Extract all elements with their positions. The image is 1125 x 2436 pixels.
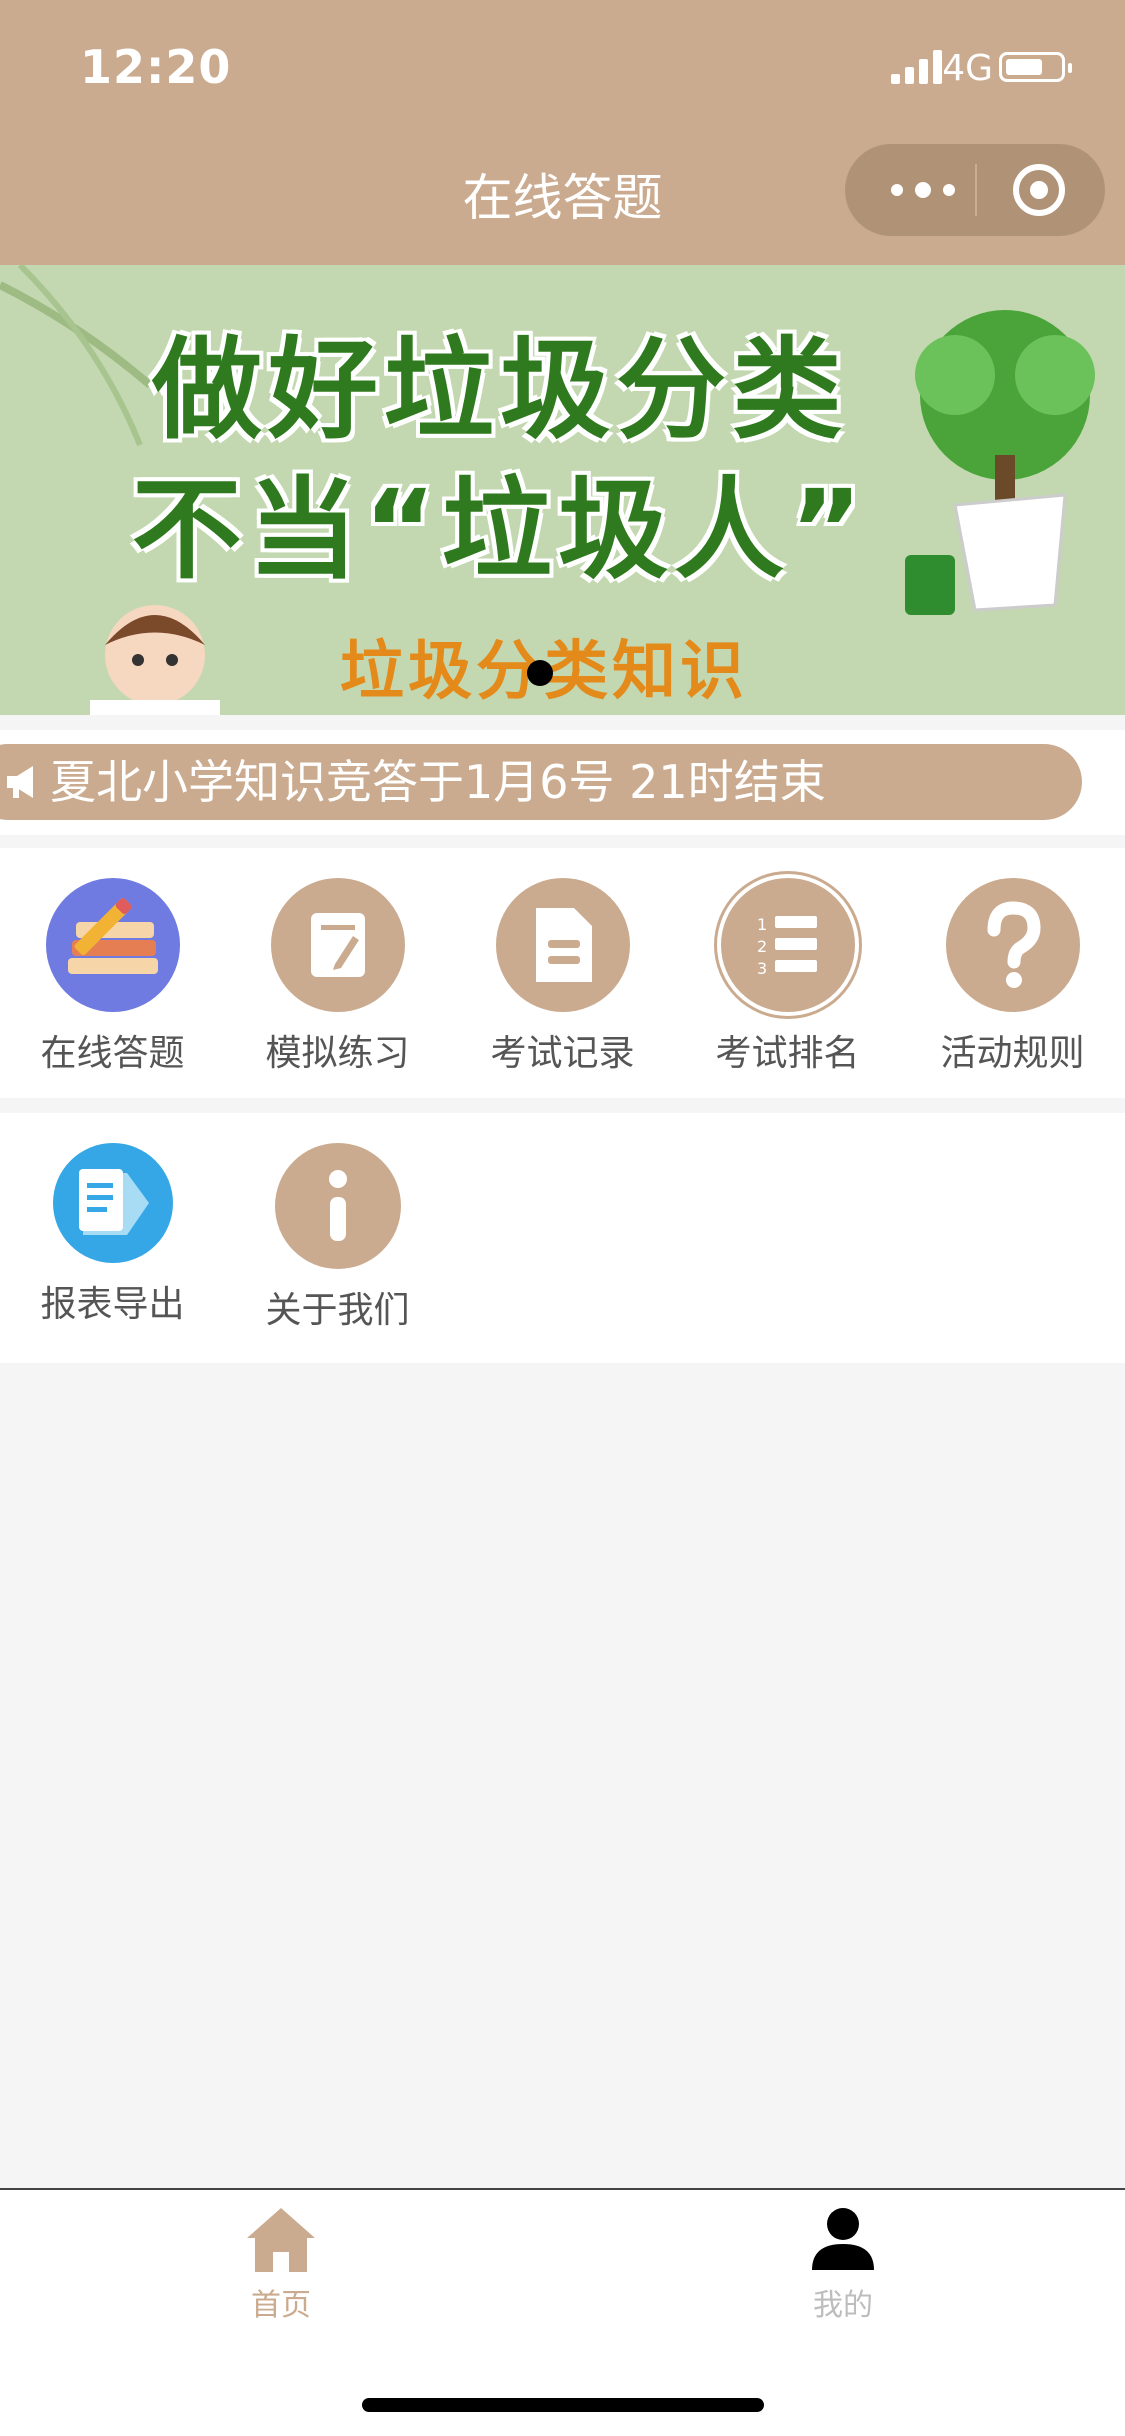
- status-time: 12:20: [80, 40, 232, 94]
- status-bar: 12:20 4G: [0, 0, 1125, 140]
- cartoon-kid-icon: [90, 605, 220, 715]
- menu-activity-rules[interactable]: 活动规则: [900, 878, 1125, 1076]
- menu-label: 活动规则: [940, 1033, 1085, 1074]
- tab-label: 首页: [251, 2288, 311, 2323]
- menu-label: 考试记录: [490, 1033, 635, 1074]
- svg-text:2: 2: [757, 937, 767, 956]
- books-pencil-icon: [45, 878, 180, 1012]
- miniprogram-capsule: [845, 144, 1105, 236]
- menu-label: 考试排名: [715, 1033, 860, 1074]
- notice-bar[interactable]: 夏北小学知识竞答于1月6号 21时结束: [0, 744, 1082, 820]
- nav-bar: 在线答题: [0, 140, 1125, 265]
- menu-label: 关于我们: [265, 1290, 410, 1331]
- megaphone-icon: [7, 766, 33, 798]
- banner-headline-2: 不当“垃圾人”: [131, 466, 869, 594]
- banner-carousel[interactable]: 做好垃圾分类 不当“垃圾人” 垃圾分类知识: [0, 265, 1125, 715]
- menu-report-export[interactable]: 报表导出: [0, 1143, 225, 1327]
- menu-online-quiz[interactable]: 在线答题: [0, 878, 225, 1076]
- network-type: 4G: [942, 48, 993, 89]
- info-icon: [274, 1143, 401, 1269]
- menu-exam-ranking[interactable]: 1 2 3 考试排名: [675, 878, 900, 1076]
- menu-grid-row-1: 在线答题 模拟练习 考试记录 1 2 3 考试排名 活动规则: [0, 848, 1125, 1098]
- more-icon[interactable]: [875, 144, 975, 236]
- menu-about-us[interactable]: 关于我们: [225, 1143, 450, 1333]
- svg-text:3: 3: [757, 959, 767, 978]
- user-icon: [812, 2208, 874, 2270]
- document-icon: [495, 878, 630, 1012]
- notice-text: 夏北小学知识竞答于1月6号 21时结束: [50, 755, 826, 809]
- signal-icon: [891, 50, 942, 84]
- svg-text:1: 1: [757, 915, 767, 934]
- menu-exam-records[interactable]: 考试记录: [450, 878, 675, 1076]
- menu-label: 报表导出: [40, 1284, 185, 1325]
- recycle-tree-icon: [905, 310, 1095, 615]
- battery-icon: [999, 52, 1072, 82]
- menu-practice[interactable]: 模拟练习: [225, 878, 450, 1076]
- question-icon: [945, 878, 1080, 1012]
- notice-section: 夏北小学知识竞答于1月6号 21时结束: [0, 730, 1125, 835]
- tab-mine[interactable]: 我的: [743, 2204, 943, 2324]
- export-document-icon: [52, 1143, 173, 1263]
- menu-label: 在线答题: [40, 1033, 185, 1074]
- ranking-list-icon: 1 2 3: [720, 878, 855, 1012]
- close-miniprogram-icon[interactable]: [1013, 164, 1065, 216]
- capsule-divider: [975, 164, 977, 216]
- home-icon: [247, 2208, 315, 2272]
- carousel-indicator-dot[interactable]: [527, 660, 553, 686]
- menu-label: 模拟练习: [265, 1033, 410, 1074]
- home-indicator: [362, 2398, 764, 2412]
- menu-grid-row-2: 报表导出 关于我们: [0, 1113, 1125, 1363]
- note-pen-icon: [270, 878, 405, 1012]
- tab-label: 我的: [813, 2288, 873, 2323]
- banner-headline-1: 做好垃圾分类: [152, 326, 848, 454]
- tab-home[interactable]: 首页: [181, 2204, 381, 2324]
